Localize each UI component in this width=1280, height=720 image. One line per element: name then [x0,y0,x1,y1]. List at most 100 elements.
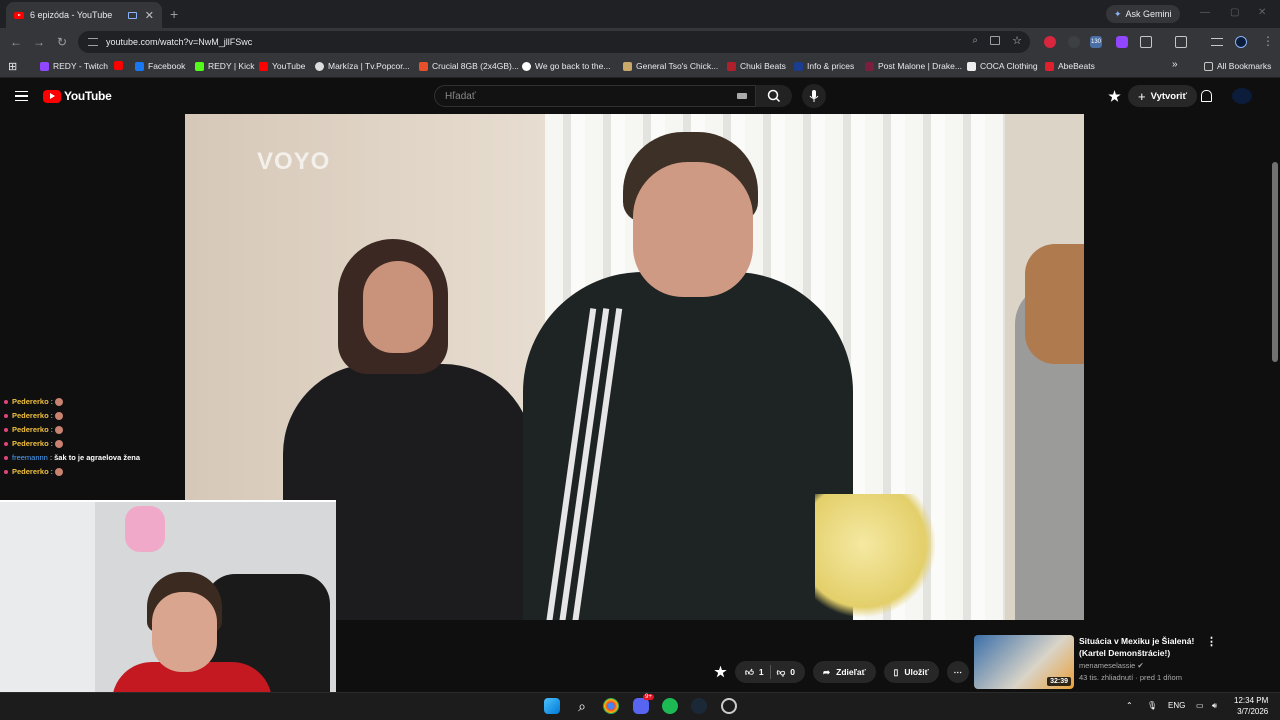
coca-icon [967,61,976,71]
dislike-button[interactable]: 👎︎ 0 [777,667,795,678]
windows-start-icon[interactable] [544,698,560,714]
ask-gemini-button[interactable]: ✦ Ask Gemini [1106,5,1180,23]
network-icon[interactable]: ▭ [1196,701,1204,710]
page-scrollbar[interactable] [1272,162,1278,362]
media-controls-icon[interactable] [1211,38,1223,46]
extension-grey-icon[interactable] [1068,36,1080,48]
bookmark-item[interactable]: General Tso's Chick... [623,61,718,71]
tray-overflow-icon[interactable]: ⌃ [1126,701,1133,710]
share-button[interactable]: ➦ Zdieľať [813,661,876,683]
search-icon[interactable]: ⌕ [574,698,590,714]
youtube-logo[interactable]: YouTube [43,89,112,103]
address-bar[interactable]: youtube.com/watch?v=NwM_jllFSwc ⌕ ☆ [78,31,1030,53]
search-button[interactable] [756,85,792,107]
spotify-icon[interactable] [662,698,678,714]
bookmark-item[interactable]: AbeBeats [1045,61,1095,71]
bookmark-item[interactable]: Info & prices [794,61,854,71]
create-button[interactable]: + Vytvoriť [1128,85,1197,107]
chuki-icon [727,61,736,71]
bookmark-label: REDY | Kick [208,61,255,71]
reload-icon[interactable]: ↻ [57,35,67,49]
profile-avatar-icon[interactable] [1235,36,1247,48]
suggested-title[interactable]: Situácia v Mexiku je Šialená! (Kartel De… [1079,635,1209,659]
discord-icon[interactable] [633,698,649,714]
bookmark-item[interactable]: REDY - Twitch [40,61,108,71]
chat-username: Pedererko [12,425,49,434]
more-actions-button[interactable]: ⋯ [946,661,969,683]
extension-star-icon[interactable] [714,665,727,678]
bookmark-item[interactable]: REDY | Kick [195,61,254,71]
youtube-logo-text: YouTube [64,89,112,103]
steam-icon[interactable] [691,698,707,714]
extension-red-icon[interactable] [1044,36,1056,48]
bookmark-item[interactable]: Crucial 8GB (2x4GB)... [419,61,519,71]
bookmark-item[interactable]: COCA Clothing [967,61,1038,71]
dislike-count: 0 [790,667,795,677]
suggested-channel[interactable]: menameselassie ✔ [1079,661,1144,670]
voice-search-button[interactable] [802,84,826,108]
plus-icon: + [1138,88,1146,104]
app-gear-icon[interactable] [721,698,737,714]
video-person-right [1015,244,1084,620]
forward-icon[interactable]: → [33,35,45,49]
search-placeholder: Hľadať [445,90,476,102]
chat-emote-icon [54,440,63,449]
tab-audio-icon[interactable] [127,11,137,19]
new-tab-button[interactable]: + [170,6,178,22]
bookmark-item[interactable]: YouTube [259,61,305,71]
side-panel-icon[interactable] [1175,36,1187,48]
all-bookmarks-button[interactable]: All Bookmarks [1204,61,1271,71]
tab-title: 6 epizóda - YouTube [30,10,113,20]
extension-badge-icon[interactable]: 130 [1090,36,1102,48]
microphone-tray-icon[interactable]: 🎙︎ [1147,701,1157,710]
close-window-icon[interactable]: ✕ [1258,7,1266,18]
bookmark-item[interactable]: Chuki Beats [727,61,786,71]
suggested-thumbnail[interactable]: 32:39 [974,635,1074,689]
suggested-menu-icon[interactable]: ⋮ [1206,635,1217,648]
video-watermark: VOYO [257,148,331,175]
crucial-icon [419,61,428,71]
search-input[interactable]: Hľadať [434,85,756,107]
bookmark-label: Crucial 8GB (2x4GB)... [432,61,519,71]
tab-youtube[interactable]: 6 epizóda - YouTube ✕ [6,2,162,28]
extension-purple-icon[interactable] [1116,36,1128,48]
tab-close-icon[interactable]: ✕ [145,9,154,22]
menu-kebab-icon[interactable]: ⋮ [1262,34,1274,48]
apps-grid-icon[interactable]: ⊞ [8,60,17,73]
bookmark-item[interactable]: Markíza | Tv.Popcor... [315,61,410,71]
chrome-icon[interactable] [603,698,619,714]
zoom-icon[interactable]: ⌕ [972,35,978,46]
music-icon [865,61,874,71]
bookmark-item[interactable] [114,61,127,70]
site-info-icon[interactable] [88,38,98,46]
bookmark-item[interactable]: Facebook [135,61,185,71]
extension-badge-icon[interactable] [1108,90,1121,102]
notifications-bell-icon[interactable] [1201,90,1212,102]
extensions-puzzle-icon[interactable] [1140,36,1152,48]
suggested-meta: 43 tis. zhliadnutí · pred 1 dňom [1079,673,1182,682]
tab-strip: 6 epizóda - YouTube ✕ + ✦ Ask Gemini — ▢… [0,0,1280,28]
search-icon [767,89,781,103]
more-bookmarks-icon[interactable]: » [1172,59,1178,70]
language-indicator[interactable]: ENG [1168,701,1185,710]
bookmark-item[interactable]: Post Malone | Drake... [865,61,962,71]
maximize-icon[interactable]: ▢ [1230,7,1239,18]
bookmark-item[interactable]: We go back to the... [522,61,610,71]
channel-avatar[interactable] [1232,88,1252,104]
install-app-icon[interactable] [990,36,1000,45]
chat-message: Pedererko : [4,437,140,451]
clock[interactable]: 12:34 PM 3/7/2026 [1234,695,1268,717]
discord-badge: 9+ [643,694,654,700]
suggested-video[interactable]: 32:39 Situácia v Mexiku je Šialená! (Kar… [974,635,1274,690]
keyboard-icon[interactable] [737,93,747,99]
facebook-icon [135,61,144,71]
bookmark-star-icon[interactable]: ☆ [1012,34,1022,47]
bookmark-label: General Tso's Chick... [636,61,719,71]
volume-icon[interactable]: 🔊︎ [1212,701,1217,711]
beatstars-icon [794,61,803,71]
like-button[interactable]: 👍︎ 1 [745,667,764,678]
save-button[interactable]: ▯ Uložiť [883,661,939,683]
minimize-icon[interactable]: — [1200,7,1210,18]
hamburger-menu-icon[interactable] [15,91,28,101]
back-icon[interactable]: ← [10,35,22,49]
